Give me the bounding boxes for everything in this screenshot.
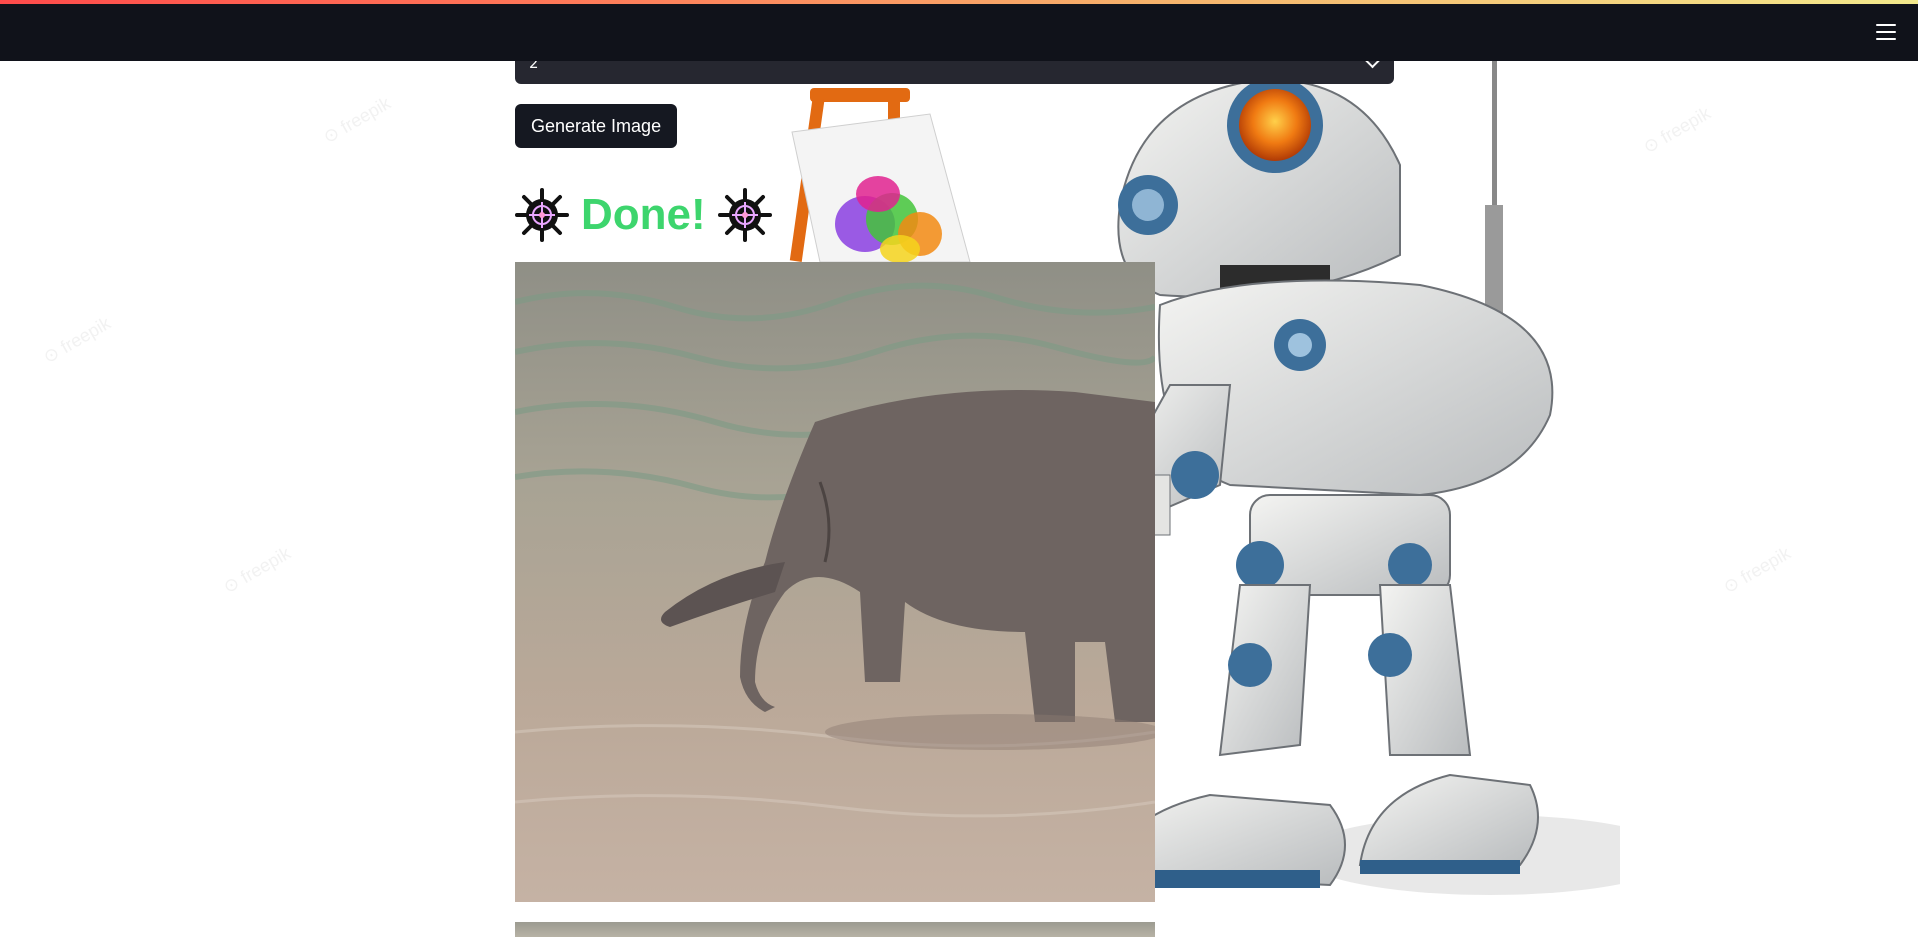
watermark: ⊙ freepik: [1639, 102, 1714, 158]
hamburger-menu-icon[interactable]: [1876, 24, 1896, 40]
app-header: [0, 0, 1918, 61]
status-done: Done!: [515, 186, 772, 244]
watermark: ⊙ freepik: [1719, 542, 1794, 598]
top-accent-bar: [0, 0, 1918, 4]
watermark: ⊙ freepik: [39, 312, 114, 368]
robot-painter-illustration: [1100, 60, 1620, 895]
watermark: ⊙ freepik: [219, 542, 294, 598]
sparkle-icon: [717, 188, 772, 242]
generated-image-2: [515, 922, 1155, 937]
sparkle-icon: [515, 188, 569, 242]
generate-image-button[interactable]: Generate Image: [515, 104, 678, 148]
watermark: ⊙ freepik: [319, 92, 394, 148]
done-label: Done!: [581, 190, 706, 239]
generated-image: [515, 262, 1155, 902]
easel-illustration: [789, 88, 971, 262]
